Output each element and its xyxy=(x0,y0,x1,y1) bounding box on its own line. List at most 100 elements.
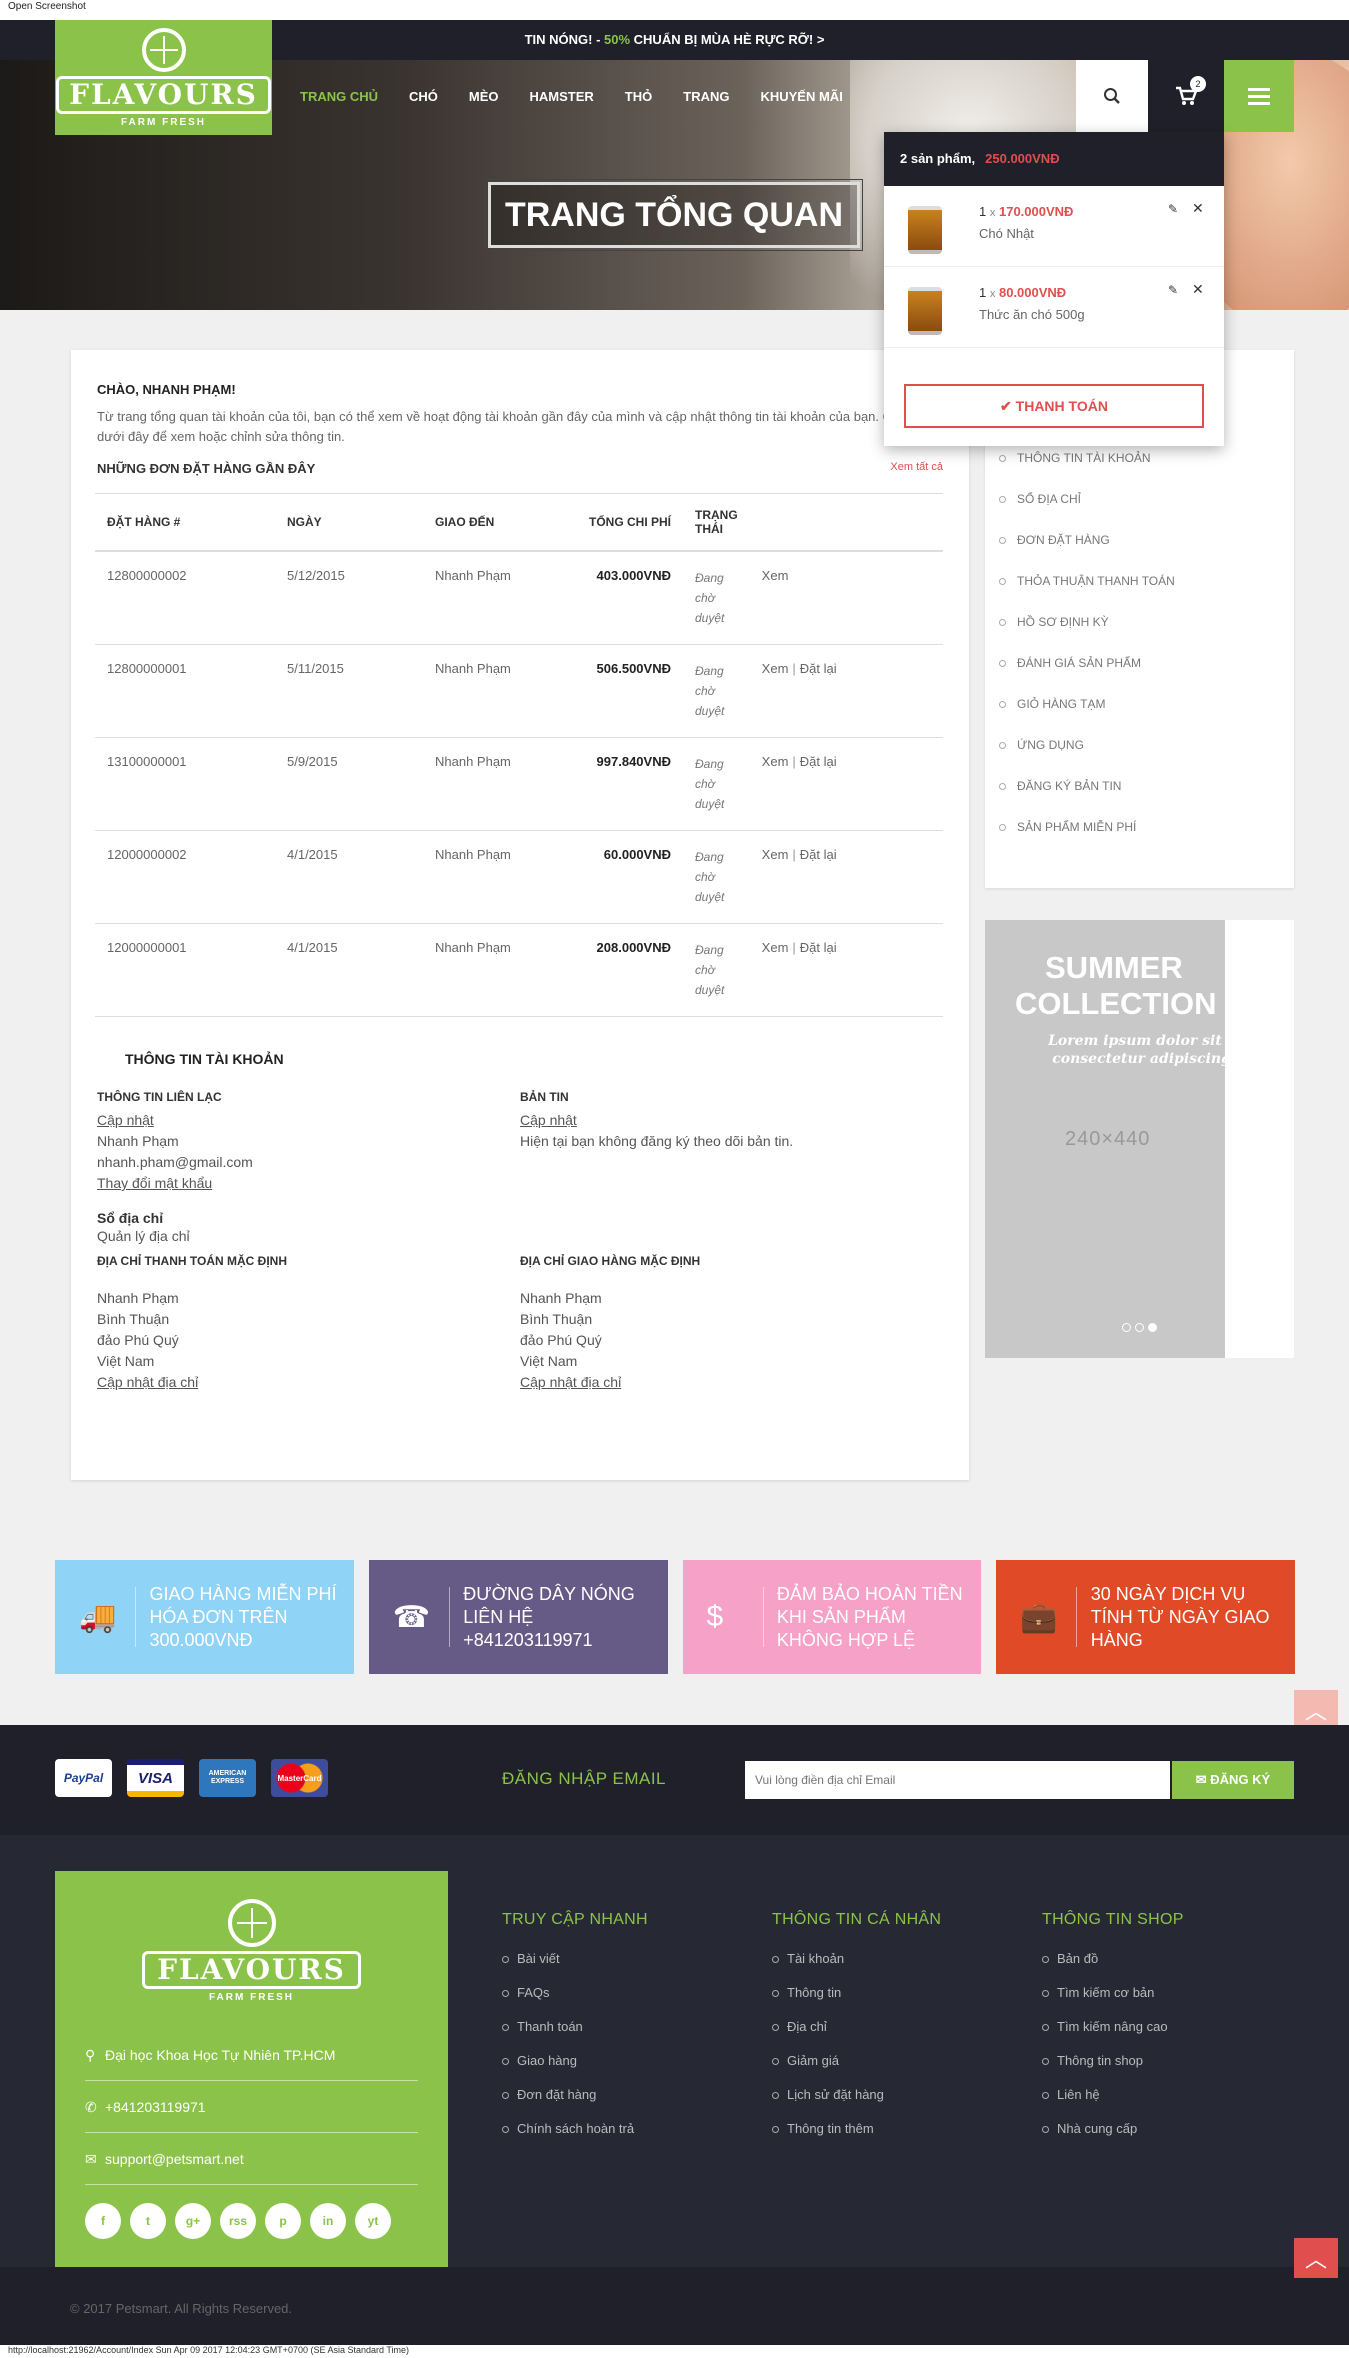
newsletter-update-link[interactable]: Cập nhật xyxy=(520,1112,577,1128)
checkout-button[interactable]: ✔ THANH TOÁN xyxy=(904,384,1204,428)
sidebar-item[interactable]: HỒ SƠ ĐỊNH KỲ xyxy=(999,612,1175,653)
footer-link[interactable]: Bài viết xyxy=(502,1951,648,1985)
nav-item-cats[interactable]: MÈO xyxy=(469,89,499,104)
nav-item-hamster[interactable]: HAMSTER xyxy=(530,89,594,104)
footer-logo[interactable]: FLAVOURS FARM FRESH xyxy=(85,1899,418,2003)
contact-update-link[interactable]: Cập nhật xyxy=(97,1112,154,1128)
footer-link[interactable]: Đơn đặt hàng xyxy=(502,2087,648,2121)
reorder-link[interactable]: Đặt lại xyxy=(800,661,837,676)
footer-link[interactable]: Tài khoản xyxy=(772,1951,941,1985)
item-name[interactable]: Thức ăn chó 500g xyxy=(979,307,1085,322)
nav-item-promotions[interactable]: KHUYẾN MÃI xyxy=(760,89,842,104)
reorder-link[interactable]: Đặt lại xyxy=(800,754,837,769)
sidebar-item[interactable]: ỨNG DỤNG xyxy=(999,735,1175,776)
amex-icon: AMERICAN EXPRESS xyxy=(199,1759,256,1797)
table-row: 13100000001 5/9/2015 Nhanh Phạm 997.840VNĐ Đ… xyxy=(95,737,943,831)
reorder-link[interactable]: Đặt lại xyxy=(800,940,837,955)
footer-link[interactable]: Thông tin shop xyxy=(1042,2053,1184,2087)
billing-country: Việt Nam xyxy=(97,1353,155,1369)
linkedin-icon[interactable]: in xyxy=(310,2203,346,2239)
google-plus-icon[interactable]: g+ xyxy=(175,2203,211,2239)
nav-item-rabbit[interactable]: THỎ xyxy=(625,89,652,104)
promo-banner[interactable]: SUMMERCOLLECTION Lorem ipsum dolor sit a… xyxy=(985,920,1294,1358)
view-order-link[interactable]: Xem xyxy=(762,847,789,862)
scroll-top-button[interactable]: ︿ xyxy=(1294,1690,1338,1730)
billing-name: Nhanh Phạm xyxy=(97,1290,179,1306)
contact-name: Nhanh Phạm xyxy=(97,1133,179,1149)
briefcase-icon: 💼 xyxy=(1020,1600,1058,1634)
envelope-icon: ✉ xyxy=(85,2151,97,2167)
billing-edit-link[interactable]: Cập nhật địa chỉ xyxy=(97,1374,198,1390)
back-to-top-button[interactable]: ︿ xyxy=(1294,2238,1338,2278)
site-logo[interactable]: FLAVOURS FARM FRESH xyxy=(55,20,272,135)
footer-link[interactable]: FAQs xyxy=(502,1985,648,2019)
facebook-icon[interactable]: f xyxy=(85,2203,121,2239)
email-input[interactable] xyxy=(745,1761,1170,1799)
subscribe-button[interactable]: ✉ ĐĂNG KÝ xyxy=(1172,1761,1294,1799)
sidebar-item[interactable]: THỎA THUẬN THANH TOÁN xyxy=(999,571,1175,612)
product-thumbnail[interactable] xyxy=(908,206,942,254)
manage-addresses-link[interactable]: Quản lý địa chỉ xyxy=(97,1228,190,1244)
account-info-title: THÔNG TIN TÀI KHOẢN xyxy=(125,1051,284,1067)
view-order-link[interactable]: Xem xyxy=(762,754,789,769)
cart-button[interactable]: 2 xyxy=(1148,60,1224,132)
sidebar-item[interactable]: ĐÁNH GIÁ SẢN PHẨM xyxy=(999,653,1175,694)
footer-link[interactable]: Bản đồ xyxy=(1042,1951,1184,1985)
times-symbol: x xyxy=(989,288,996,300)
remove-close-icon[interactable]: ✕ xyxy=(1192,281,1204,298)
feature-box: ☎ ĐƯỜNG DÂY NÓNG LIÊN HỆ +841203119971 xyxy=(368,1560,668,1674)
sidebar-item[interactable]: ĐƠN ĐẶT HÀNG xyxy=(999,530,1175,571)
sidebar-item[interactable]: SẢN PHẨM MIỄN PHÍ xyxy=(999,817,1175,858)
banner-text-1: Lorem ipsum dolor sit amet xyxy=(1048,1033,1225,1049)
item-name[interactable]: Chó Nhật xyxy=(979,226,1034,241)
view-order-link[interactable]: Xem xyxy=(762,940,789,955)
nav-item-dogs[interactable]: CHÓ xyxy=(409,89,438,104)
footer-link[interactable]: Liên hệ xyxy=(1042,2087,1184,2121)
footer-link[interactable]: Chính sách hoàn trả xyxy=(502,2121,648,2155)
view-order-link[interactable]: Xem xyxy=(762,661,789,676)
shipping-edit-link[interactable]: Cập nhật địa chỉ xyxy=(520,1374,621,1390)
email-signup-label: ĐĂNG NHẬP EMAIL xyxy=(502,1769,667,1788)
pinterest-icon[interactable]: p xyxy=(265,2203,301,2239)
footer-link[interactable]: Địa chỉ xyxy=(772,2019,941,2053)
reorder-link[interactable]: Đặt lại xyxy=(800,847,837,862)
footer-link[interactable]: Thông tin xyxy=(772,1985,941,2019)
footer-link[interactable]: Thanh toán xyxy=(502,2019,648,2053)
footer-link[interactable]: Giao hàng xyxy=(502,2053,648,2087)
youtube-icon[interactable]: yt xyxy=(355,2203,391,2239)
recent-orders-heading: NHỮNG ĐƠN ĐẶT HÀNG GẦN ĐÂY Xem tất cả xyxy=(97,461,943,481)
footer-link[interactable]: Giảm giá xyxy=(772,2053,941,2087)
banner-dot-1[interactable] xyxy=(1122,1323,1131,1332)
banner-dot-3[interactable] xyxy=(1148,1323,1157,1332)
contact-email: nhanh.pham@gmail.com xyxy=(97,1154,253,1170)
nav-item-home[interactable]: TRANG CHỦ xyxy=(300,89,378,104)
menu-button[interactable] xyxy=(1224,60,1294,132)
sidebar-item[interactable]: THÔNG TIN TÀI KHOẢN xyxy=(999,448,1175,489)
nav-item-pages[interactable]: TRANG xyxy=(683,89,729,104)
footer-link[interactable]: Lịch sử đặt hàng xyxy=(772,2087,941,2121)
product-thumbnail[interactable] xyxy=(908,287,942,335)
billing-address: ĐỊA CHỈ THANH TOÁN MẶC ĐỊNH Nhanh Phạm B… xyxy=(97,1251,520,1393)
banner-dot-2[interactable] xyxy=(1135,1323,1144,1332)
sidebar-item[interactable]: SỔ ĐỊA CHỈ xyxy=(999,489,1175,530)
logo-tagline: FARM FRESH xyxy=(121,116,206,128)
change-password-link[interactable]: Thay đổi mật khẩu xyxy=(97,1175,212,1191)
table-row: 12000000001 4/1/2015 Nhanh Phạm 208.000VNĐ Đ… xyxy=(95,923,943,1017)
view-all-orders-link[interactable]: Xem tất cả xyxy=(890,461,943,473)
twitter-icon[interactable]: t xyxy=(130,2203,166,2239)
rss-icon[interactable]: rss xyxy=(220,2203,256,2239)
edit-pencil-icon[interactable]: ✎ xyxy=(1168,202,1178,216)
footer-link[interactable]: Thông tin thêm xyxy=(772,2121,941,2155)
view-order-link[interactable]: Xem xyxy=(762,568,789,583)
feature-text: GIAO HÀNG MIỄN PHÍ HÓA ĐƠN TRÊN 300.000V… xyxy=(149,1583,337,1650)
remove-close-icon[interactable]: ✕ xyxy=(1192,200,1204,217)
sidebar-item[interactable]: ĐĂNG KÝ BẢN TIN xyxy=(999,776,1175,817)
search-button[interactable] xyxy=(1076,60,1148,132)
greeting: CHÀO, NHANH PHẠM! xyxy=(97,382,236,397)
edit-pencil-icon[interactable]: ✎ xyxy=(1168,283,1178,297)
footer-link[interactable]: Tìm kiếm cơ bản xyxy=(1042,1985,1184,2019)
sidebar-item[interactable]: GIỎ HÀNG TẠM xyxy=(999,694,1175,735)
separator: | xyxy=(792,847,796,862)
footer-link[interactable]: Tìm kiếm nâng cao xyxy=(1042,2019,1184,2053)
footer-link[interactable]: Nhà cung cấp xyxy=(1042,2121,1184,2155)
